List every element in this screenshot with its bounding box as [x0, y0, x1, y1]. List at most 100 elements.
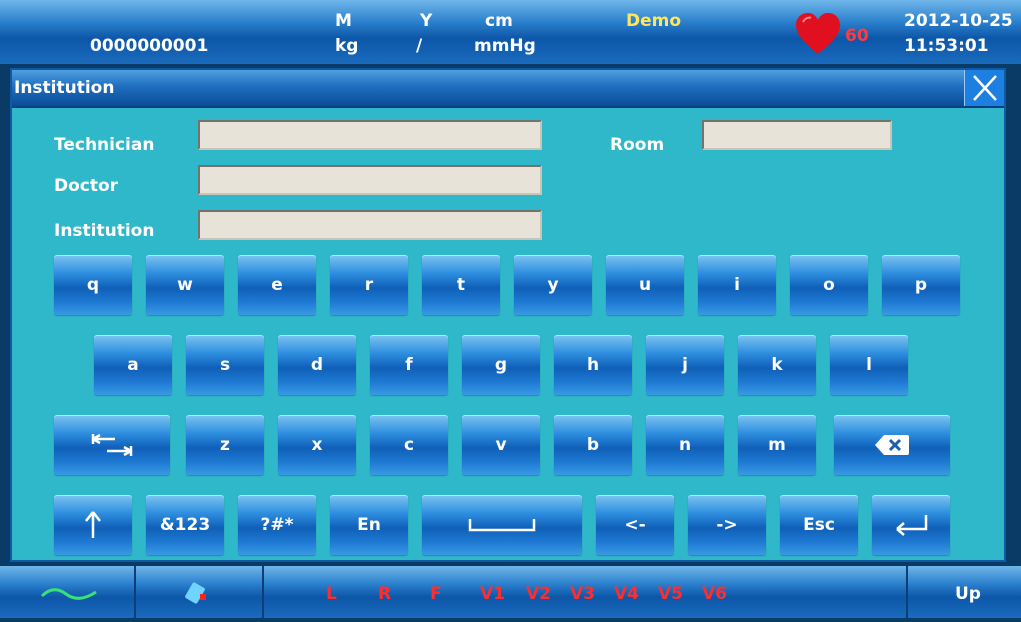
key-label: s: [219, 355, 231, 375]
doctor-field[interactable]: [198, 165, 542, 195]
weight-unit: kg: [335, 36, 359, 56]
lead-label-F: F: [430, 584, 442, 604]
institution-label: Institution: [54, 221, 155, 241]
key-u[interactable]: u: [606, 255, 684, 315]
age-indicator: Y: [420, 11, 433, 31]
key-w[interactable]: w: [146, 255, 224, 315]
key-i[interactable]: i: [698, 255, 776, 315]
key-label: t: [456, 275, 466, 295]
key-label: Esc: [803, 515, 835, 535]
technician-field[interactable]: [198, 120, 542, 150]
key-label: d: [310, 355, 324, 375]
key-label: u: [638, 275, 652, 295]
key-label: e: [271, 275, 283, 295]
bp-unit: mmHg: [474, 36, 536, 56]
key-label: l: [866, 355, 872, 375]
lead-label-L: L: [326, 584, 337, 604]
enter-key[interactable]: [872, 495, 950, 555]
key-b[interactable]: b: [554, 415, 632, 475]
key-label: En: [357, 515, 381, 535]
patient-id: 0000000001: [90, 36, 209, 56]
lead-label-V2: V2: [526, 584, 551, 604]
key-n[interactable]: n: [646, 415, 724, 475]
key-label: y: [547, 275, 559, 295]
key-g[interactable]: g: [462, 335, 540, 395]
key-a[interactable]: a: [94, 335, 172, 395]
institution-field[interactable]: [198, 210, 542, 240]
technician-label: Technician: [54, 135, 155, 155]
special-chars-key[interactable]: ?#*: [238, 495, 316, 555]
key-e[interactable]: e: [238, 255, 316, 315]
escape-key[interactable]: Esc: [780, 495, 858, 555]
key-label: x: [311, 435, 323, 455]
key-label: &123: [159, 515, 211, 535]
key-p[interactable]: p: [882, 255, 960, 315]
language-key[interactable]: En: [330, 495, 408, 555]
tab-arrows-icon: [91, 433, 133, 457]
key-label: <-: [624, 515, 646, 535]
shift-key[interactable]: [54, 495, 132, 555]
up-button[interactable]: Up: [908, 566, 1021, 618]
lead-label-V4: V4: [614, 584, 639, 604]
waveform-button[interactable]: [0, 566, 134, 618]
doctor-label: Doctor: [54, 176, 119, 196]
close-icon: [973, 75, 997, 101]
key-q[interactable]: q: [54, 255, 132, 315]
key-t[interactable]: t: [422, 255, 500, 315]
key-z[interactable]: z: [186, 415, 264, 475]
cursor-left-key[interactable]: <-: [596, 495, 674, 555]
mode-label: Demo: [626, 11, 682, 31]
key-label: ?#*: [260, 515, 294, 535]
key-label: i: [734, 275, 740, 295]
time-label: 11:53:01: [904, 36, 989, 56]
key-h[interactable]: h: [554, 335, 632, 395]
lead-label-V5: V5: [658, 584, 683, 604]
key-d[interactable]: d: [278, 335, 356, 395]
key-label: z: [220, 435, 230, 455]
patient-edit-icon: [185, 582, 206, 604]
key-label: j: [682, 355, 688, 375]
backspace-key[interactable]: [834, 415, 950, 475]
key-label: g: [494, 355, 508, 375]
key-o[interactable]: o: [790, 255, 868, 315]
height-unit: cm: [485, 11, 513, 31]
key-label: q: [86, 275, 100, 295]
backspace-icon: [875, 435, 909, 455]
space-key[interactable]: [422, 495, 582, 555]
dialog-title: Institution: [14, 78, 115, 98]
heart-rate-value: 60: [845, 26, 869, 46]
key-m[interactable]: m: [738, 415, 816, 475]
key-s[interactable]: s: [186, 335, 264, 395]
lead-label-R: R: [378, 584, 392, 604]
institution-dialog: Institution Technician Doctor Institutio…: [10, 68, 1006, 562]
key-label: n: [678, 435, 692, 455]
key-r[interactable]: r: [330, 255, 408, 315]
key-label: ->: [716, 515, 738, 535]
cursor-right-key[interactable]: ->: [688, 495, 766, 555]
key-j[interactable]: j: [646, 335, 724, 395]
key-f[interactable]: f: [370, 335, 448, 395]
key-label: c: [403, 435, 415, 455]
key-l[interactable]: l: [830, 335, 908, 395]
lead-label-V3: V3: [570, 584, 595, 604]
key-k[interactable]: k: [738, 335, 816, 395]
tab-key[interactable]: [54, 415, 170, 475]
shift-arrow-icon: [85, 511, 101, 538]
key-v[interactable]: v: [462, 415, 540, 475]
key-c[interactable]: c: [370, 415, 448, 475]
waveform-icon: [40, 588, 97, 600]
key-label: r: [364, 275, 374, 295]
room-field[interactable]: [702, 120, 892, 150]
status-bar: 0000000001 M kg Y / cm mmHg Demo 60 2012…: [0, 0, 1021, 64]
up-label: Up: [955, 584, 981, 604]
room-label: Room: [610, 135, 665, 155]
key-x[interactable]: x: [278, 415, 356, 475]
bottom-toolbar: L R F V1 V2 V3 V4 V5 V6 Up: [0, 566, 1021, 618]
symbols-key[interactable]: &123: [146, 495, 224, 555]
key-label: w: [177, 275, 193, 295]
key-label: a: [127, 355, 139, 375]
key-label: f: [405, 355, 413, 375]
close-button[interactable]: [964, 70, 1004, 106]
patient-info-button[interactable]: [136, 566, 262, 618]
key-y[interactable]: y: [514, 255, 592, 315]
